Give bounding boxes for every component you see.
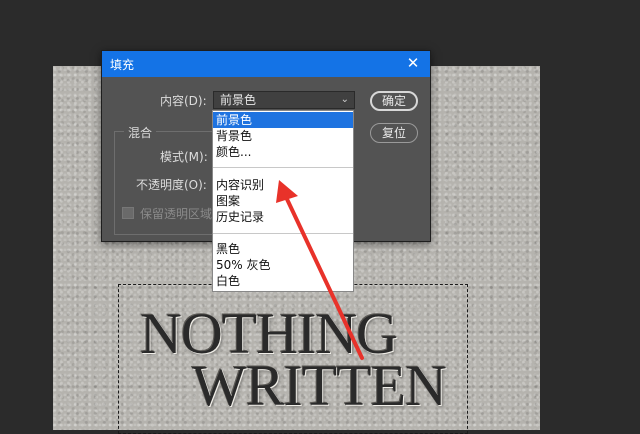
opacity-label: 不透明度(O): <box>136 178 207 192</box>
option-history[interactable]: 历史记录 <box>213 209 353 225</box>
option-pattern[interactable]: 图案 <box>213 193 353 209</box>
dropdown-separator <box>213 233 353 234</box>
preserve-transparency-label: 保留透明区域 <box>140 207 213 221</box>
dropdown-separator <box>213 167 353 168</box>
option-foreground[interactable]: 前景色 <box>213 112 353 128</box>
option-color[interactable]: 颜色... <box>213 144 353 160</box>
preserve-transparency-checkbox[interactable] <box>122 207 134 219</box>
chevron-down-icon: ⌄ <box>340 94 349 105</box>
content-dropdown-list: 前景色 背景色 颜色... 内容识别 图案 历史记录 黑色 50% 灰色 白色 <box>212 110 354 292</box>
content-select[interactable]: 前景色 ⌄ <box>213 91 355 109</box>
artwork-text-line2: WRITTEN <box>192 353 447 418</box>
reset-button[interactable]: 复位 <box>370 123 418 143</box>
dialog-titlebar[interactable]: 填充 ✕ <box>102 51 430 77</box>
close-icon[interactable]: ✕ <box>404 54 422 72</box>
blend-group-title: 混合 <box>124 124 157 141</box>
content-select-value: 前景色 <box>220 93 257 107</box>
option-black[interactable]: 黑色 <box>213 241 353 257</box>
ok-button[interactable]: 确定 <box>370 91 418 111</box>
option-background[interactable]: 背景色 <box>213 128 353 144</box>
option-content-aware[interactable]: 内容识别 <box>213 177 353 193</box>
content-label: 内容(D): <box>160 94 207 108</box>
option-white[interactable]: 白色 <box>213 273 353 289</box>
option-50-gray[interactable]: 50% 灰色 <box>213 257 353 273</box>
dialog-title: 填充 <box>110 57 135 72</box>
mode-label: 模式(M): <box>160 150 208 164</box>
